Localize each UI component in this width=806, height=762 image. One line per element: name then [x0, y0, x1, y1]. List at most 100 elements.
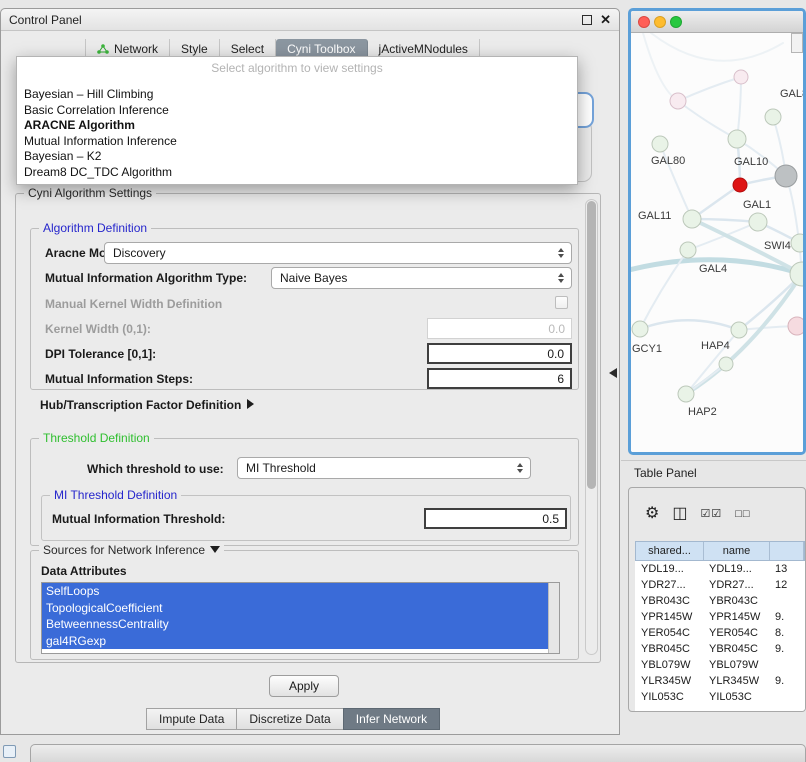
select-all-checks-icon[interactable]: ☑☑ — [700, 509, 722, 520]
network-node[interactable] — [683, 210, 701, 228]
table-column-header[interactable] — [770, 542, 804, 560]
table-cell: YBR045C — [635, 643, 703, 655]
mi-algorithm-type-select[interactable]: Naive Bayes — [271, 267, 572, 289]
tab-infer-network[interactable]: Infer Network — [343, 708, 440, 730]
attributes-scrollbar[interactable] — [548, 583, 559, 653]
table-row[interactable]: YPR145WYPR145W9. — [635, 609, 805, 625]
background-window-titlebar[interactable] — [30, 744, 806, 762]
minimize-traffic-light-icon[interactable] — [654, 16, 666, 28]
aracne-mode-select[interactable]: Discovery — [104, 242, 572, 264]
settings-scrollbar-thumb[interactable] — [587, 201, 596, 489]
network-node[interactable] — [734, 70, 748, 84]
network-node[interactable] — [678, 386, 694, 402]
tab-discretize-data[interactable]: Discretize Data — [236, 708, 343, 730]
network-node-label: SWI4 — [764, 240, 791, 252]
network-window-titlebar[interactable] — [631, 11, 803, 33]
algorithm-option[interactable]: Basic Correlation Inference — [17, 103, 577, 119]
network-node[interactable] — [728, 130, 746, 148]
deselect-all-boxes-icon[interactable]: □□ — [735, 509, 750, 520]
algorithm-dropdown-list: Select algorithm to view settings Bayesi… — [16, 56, 578, 185]
expand-right-icon[interactable] — [247, 399, 254, 409]
which-threshold-select[interactable]: MI Threshold — [237, 457, 531, 479]
tab-impute-data[interactable]: Impute Data — [146, 708, 237, 730]
table-row[interactable]: YDL19...YDL19...13 — [635, 561, 805, 577]
table-toolbar: ⚙ ◫ ☑☑ □□ — [629, 494, 805, 534]
network-node[interactable] — [632, 321, 648, 337]
control-panel-titlebar[interactable]: Control Panel ✕ — [1, 9, 619, 31]
data-attribute-item[interactable]: TopologicalCoefficient — [42, 600, 548, 617]
table-cell: YER054C — [703, 627, 769, 639]
network-node-label: GAL4 — [699, 263, 727, 275]
data-attribute-item[interactable]: SelfLoops — [42, 583, 548, 600]
close-icon[interactable]: ✕ — [600, 12, 611, 28]
data-attributes-label: Data Attributes — [41, 564, 127, 578]
close-traffic-light-icon[interactable] — [638, 16, 650, 28]
network-node[interactable] — [680, 242, 696, 258]
network-node[interactable] — [749, 213, 767, 231]
collapse-down-icon[interactable] — [210, 546, 220, 553]
network-node-label: GAL11 — [638, 210, 671, 222]
data-attribute-item[interactable]: gal4RGexp — [42, 633, 548, 650]
network-node[interactable] — [652, 136, 668, 152]
network-node[interactable] — [670, 93, 686, 109]
which-threshold-value: MI Threshold — [246, 461, 316, 475]
network-node[interactable] — [791, 234, 803, 252]
which-threshold-label: Which threshold to use: — [87, 462, 224, 476]
mi-steps-label: Mutual Information Steps: — [45, 372, 193, 386]
network-node-label: HAP4 — [701, 340, 730, 352]
table-column-header[interactable]: shared... — [636, 542, 704, 560]
hub-section-toggle[interactable]: Hub/Transcription Factor Definition — [40, 398, 254, 412]
table-row[interactable]: YBR045CYBR045C9. — [635, 641, 805, 657]
table-row[interactable]: YDR27...YDR27...12 — [635, 577, 805, 593]
float-window-icon[interactable] — [582, 15, 592, 25]
table-row[interactable]: YLR345WYLR345W9. — [635, 673, 805, 689]
mi-threshold-input[interactable]: 0.5 — [424, 508, 567, 529]
dpi-tolerance-input[interactable]: 0.0 — [427, 343, 572, 364]
aracne-mode-value: Discovery — [113, 246, 166, 260]
table-column-header[interactable]: name — [704, 542, 770, 560]
network-node[interactable] — [733, 178, 747, 192]
zoom-traffic-light-icon[interactable] — [670, 16, 682, 28]
apply-button[interactable]: Apply — [269, 675, 339, 697]
network-node-label: GAL80 — [651, 155, 685, 167]
network-canvas[interactable]: GAL8GAL80GAL10GAL1GAL11SWI4GAL4GCY1HAP4H… — [631, 33, 803, 452]
sources-group-toggle[interactable]: Sources for Network Inference — [39, 543, 224, 557]
network-node[interactable] — [788, 317, 803, 335]
table-row[interactable]: YER054CYER054C8. — [635, 625, 805, 641]
table-row[interactable]: YBR043CYBR043C — [635, 593, 805, 609]
mi-steps-value: 6 — [557, 372, 564, 386]
column-selector-icon[interactable]: ◫ — [672, 506, 687, 522]
table-cell: YBR043C — [703, 595, 769, 607]
algorithm-option[interactable]: Bayesian – K2 — [17, 149, 577, 165]
table-row[interactable]: YBL079WYBL079W — [635, 657, 805, 673]
network-node[interactable] — [775, 165, 797, 187]
algorithm-option[interactable]: Mutual Information Inference — [17, 134, 577, 150]
network-node[interactable] — [765, 109, 781, 125]
settings-gear-icon[interactable]: ⚙ — [645, 506, 659, 522]
table-panel-title: Table Panel — [634, 466, 697, 480]
data-attributes-listbox[interactable]: SelfLoopsTopologicalCoefficientBetweenne… — [41, 582, 560, 654]
spinner-arrows-icon — [558, 248, 564, 258]
threshold-definition-group: Threshold Definition Which threshold to … — [30, 438, 579, 546]
network-scrollbar-corner[interactable] — [791, 33, 803, 53]
table-row[interactable]: YIL053CYIL053C — [635, 689, 805, 705]
data-attribute-item[interactable]: BetweennessCentrality — [42, 616, 548, 633]
network-node[interactable] — [719, 357, 733, 371]
table-cell: YPR145W — [635, 611, 703, 623]
manual-kernel-width-checkbox[interactable] — [555, 296, 568, 309]
tab-label: jActiveMNodules — [379, 42, 468, 56]
dpi-tolerance-label: DPI Tolerance [0,1]: — [45, 347, 156, 361]
table-cell: YDL19... — [635, 563, 703, 575]
spinner-arrows-icon — [517, 463, 523, 473]
algorithm-option[interactable]: Dream8 DC_TDC Algorithm — [17, 165, 577, 181]
algorithm-option[interactable]: ARACNE Algorithm — [17, 118, 577, 134]
network-node[interactable] — [731, 322, 747, 338]
manual-kernel-width-label: Manual Kernel Width Definition — [45, 297, 222, 311]
splitpane-collapse-arrow-icon[interactable] — [609, 368, 617, 378]
settings-scrollbar[interactable] — [585, 199, 598, 655]
algorithm-option[interactable]: Bayesian – Hill Climbing — [17, 87, 577, 103]
minimized-window-icon[interactable] — [3, 745, 16, 758]
table-cell: YDR27... — [703, 579, 769, 591]
mi-steps-input[interactable]: 6 — [427, 368, 572, 389]
kernel-width-input[interactable]: 0.0 — [427, 318, 572, 339]
